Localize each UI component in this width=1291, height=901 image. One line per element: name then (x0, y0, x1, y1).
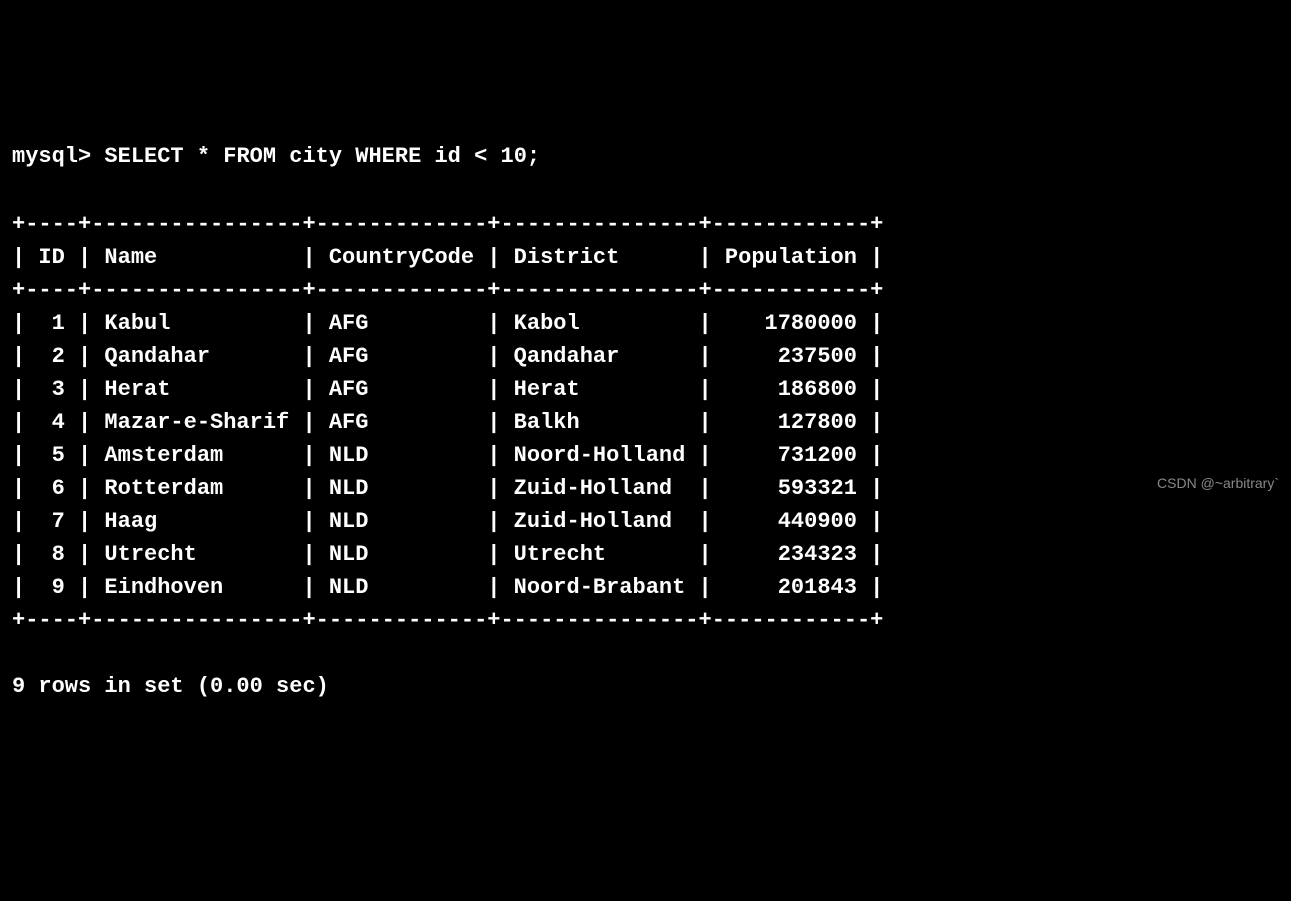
result-footer: 9 rows in set (0.00 sec) (12, 670, 1279, 703)
watermark: CSDN @~arbitrary` (1157, 473, 1279, 494)
query-line: mysql> SELECT * FROM city WHERE id < 10; (12, 140, 1279, 173)
table-output: +----+----------------+-------------+---… (12, 208, 1279, 637)
mysql-prompt: mysql> (12, 144, 104, 169)
sql-query: SELECT * FROM city WHERE id < 10; (104, 144, 540, 169)
